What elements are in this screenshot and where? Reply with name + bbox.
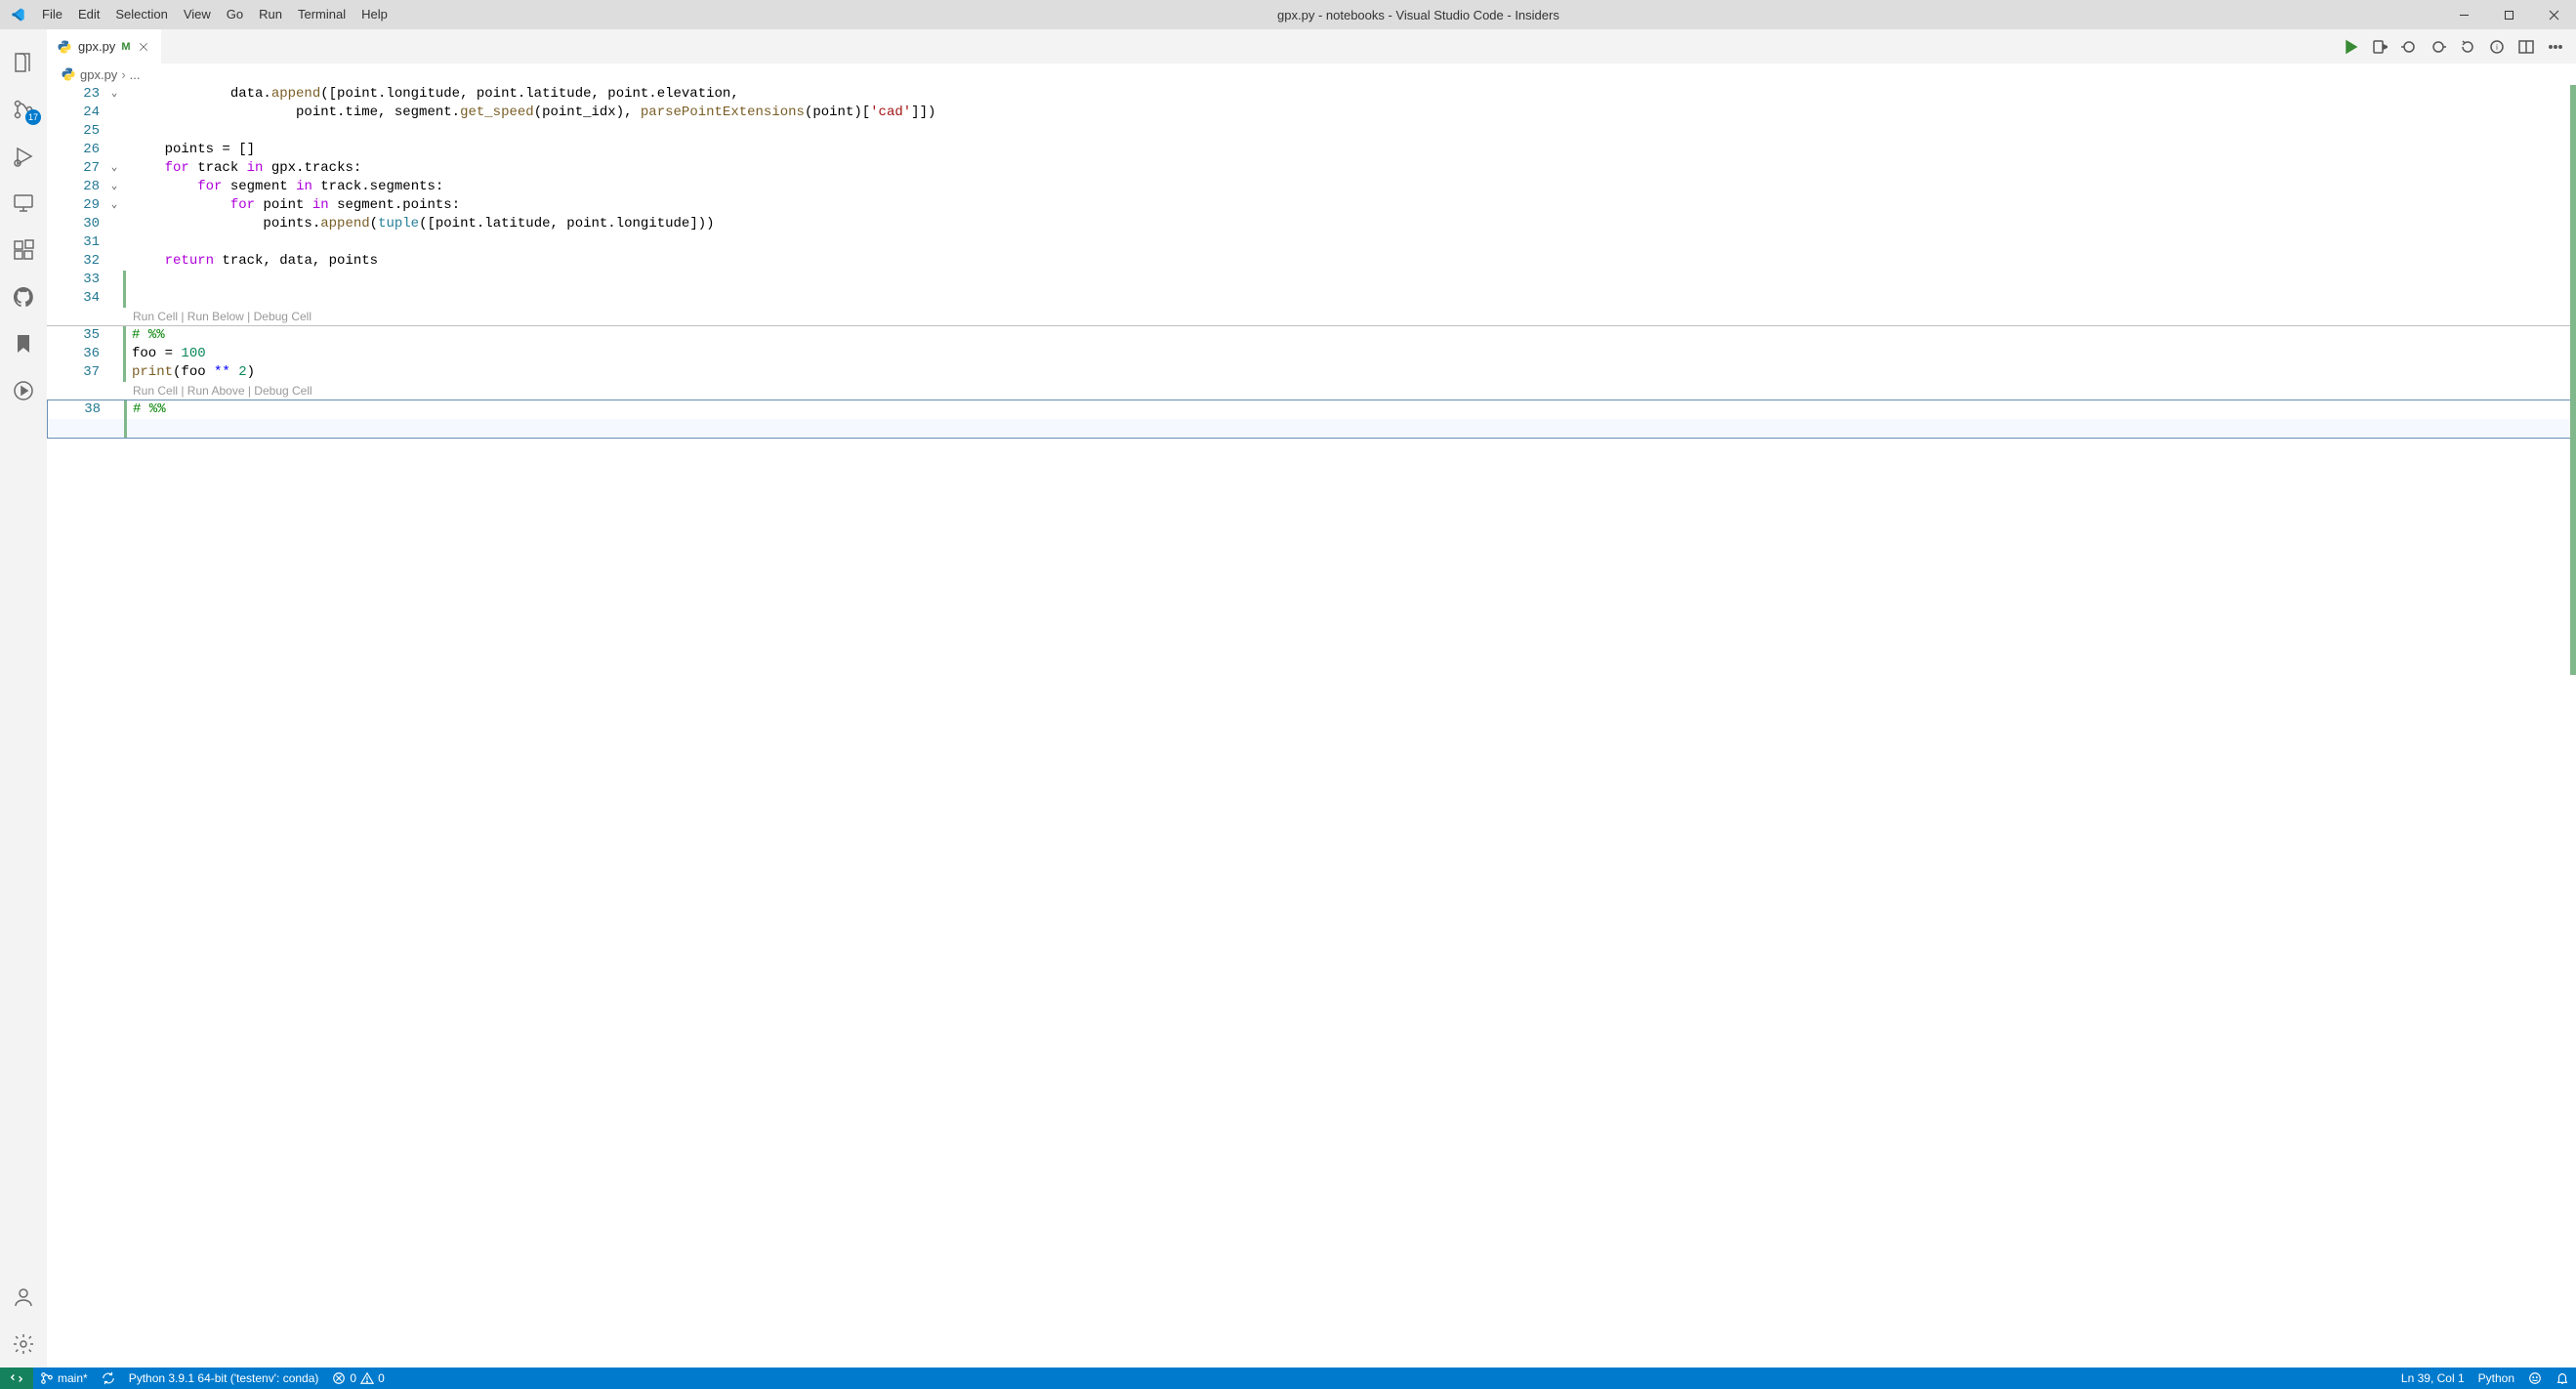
editor-actions: i [2340, 29, 2576, 63]
code-lens-cell[interactable]: Run Cell | Run Above | Debug Cell [47, 382, 2576, 400]
titlebar: FileEditSelectionViewGoRunTerminalHelp g… [0, 0, 2576, 29]
notifications-icon[interactable] [2549, 1368, 2576, 1389]
editor-group: gpx.py M i gpx.py [47, 29, 2576, 1368]
code-line[interactable]: 31 [47, 233, 2576, 252]
editor-viewport[interactable]: 23 data.append([point.longitude, point.l… [47, 85, 2576, 1368]
tab-bar: gpx.py M i [47, 29, 2576, 63]
code-lens-cell[interactable]: Run Cell | Run Below | Debug Cell [47, 308, 2576, 325]
activity-bar: 17 [0, 29, 47, 1368]
code-line[interactable]: 35# %% [47, 326, 2576, 345]
code-line[interactable]: 33 [47, 271, 2576, 289]
code-line[interactable]: 34 [47, 289, 2576, 308]
code-line[interactable]: 27 for track in gpx.tracks: [47, 159, 2576, 178]
code-line[interactable]: 37print(foo ** 2) [47, 363, 2576, 382]
window-controls [2441, 0, 2576, 29]
vscode-logo-icon [0, 7, 34, 22]
code-line[interactable] [48, 419, 2575, 438]
menu-run[interactable]: Run [251, 0, 290, 29]
feedback-icon[interactable] [2521, 1368, 2549, 1389]
maximize-button[interactable] [2486, 0, 2531, 29]
status-bar: main* Python 3.9.1 64-bit ('testenv': co… [0, 1368, 2576, 1389]
menu-view[interactable]: View [176, 0, 219, 29]
menu-bar: FileEditSelectionViewGoRunTerminalHelp [34, 0, 395, 29]
language-mode[interactable]: Python [2472, 1368, 2521, 1389]
goto-cell-fwd-icon[interactable] [2428, 36, 2449, 58]
code-line[interactable]: 26 points = [] [47, 141, 2576, 159]
code-line[interactable]: 28 for segment in track.segments: [47, 178, 2576, 196]
branch-name: main* [58, 1371, 88, 1385]
code-line[interactable]: 38# %% [48, 400, 2575, 419]
remote-explorer-icon[interactable] [0, 180, 47, 227]
window-title: gpx.py - notebooks - Visual Studio Code … [395, 8, 2441, 22]
code-line[interactable]: 32 return track, data, points [47, 252, 2576, 271]
scm-badge: 17 [25, 109, 41, 125]
breadcrumb-file: gpx.py [80, 67, 117, 82]
code-line[interactable]: 36foo = 100 [47, 345, 2576, 363]
problems[interactable]: 0 0 [325, 1368, 391, 1389]
cursor-position[interactable]: Ln 39, Col 1 [2394, 1368, 2472, 1389]
svg-text:i: i [2496, 43, 2498, 52]
python-interpreter[interactable]: Python 3.9.1 64-bit ('testenv': conda) [122, 1368, 326, 1389]
breadcrumb[interactable]: gpx.py › ... [47, 63, 2576, 85]
tab-label: gpx.py [78, 39, 115, 54]
tab-close-icon[interactable] [136, 39, 151, 55]
menu-file[interactable]: File [34, 0, 70, 29]
tab-modified-marker: M [121, 41, 130, 53]
variables-icon[interactable]: i [2486, 36, 2508, 58]
accounts-icon[interactable] [0, 1274, 47, 1321]
scrollbar[interactable] [2562, 85, 2576, 1368]
code-line[interactable]: 25 [47, 122, 2576, 141]
bookmark-icon[interactable] [0, 320, 47, 367]
run-cell-icon[interactable] [2340, 36, 2361, 58]
explorer-icon[interactable] [0, 39, 47, 86]
close-button[interactable] [2531, 0, 2576, 29]
menu-edit[interactable]: Edit [70, 0, 107, 29]
restart-kernel-icon[interactable] [2457, 36, 2478, 58]
python-file-icon [61, 66, 76, 82]
menu-selection[interactable]: Selection [107, 0, 175, 29]
extensions-icon[interactable] [0, 227, 47, 274]
run-debug-icon[interactable] [0, 133, 47, 180]
minimize-button[interactable] [2441, 0, 2486, 29]
settings-gear-icon[interactable] [0, 1321, 47, 1368]
remote-indicator[interactable] [0, 1368, 33, 1389]
goto-cell-back-icon[interactable] [2398, 36, 2420, 58]
code-line[interactable]: 30 points.append(tuple([point.latitude, … [47, 215, 2576, 233]
code-line[interactable]: 24 point.time, segment.get_speed(point_i… [47, 104, 2576, 122]
code-line[interactable]: 23 data.append([point.longitude, point.l… [47, 85, 2576, 104]
source-control-icon[interactable]: 17 [0, 86, 47, 133]
split-editor-icon[interactable] [2515, 36, 2537, 58]
chevron-right-icon: › [121, 67, 125, 82]
menu-terminal[interactable]: Terminal [290, 0, 353, 29]
code-line[interactable]: 29 for point in segment.points: [47, 196, 2576, 215]
menu-go[interactable]: Go [219, 0, 251, 29]
breadcrumb-tail: ... [130, 67, 141, 82]
live-share-icon[interactable] [0, 367, 47, 414]
more-actions-icon[interactable] [2545, 36, 2566, 58]
run-by-line-icon[interactable] [2369, 36, 2390, 58]
git-branch[interactable]: main* [33, 1368, 95, 1389]
github-icon[interactable] [0, 274, 47, 320]
tab-gpx-py[interactable]: gpx.py M [47, 29, 162, 63]
sync-button[interactable] [95, 1368, 122, 1389]
python-file-icon [57, 39, 72, 55]
menu-help[interactable]: Help [353, 0, 395, 29]
